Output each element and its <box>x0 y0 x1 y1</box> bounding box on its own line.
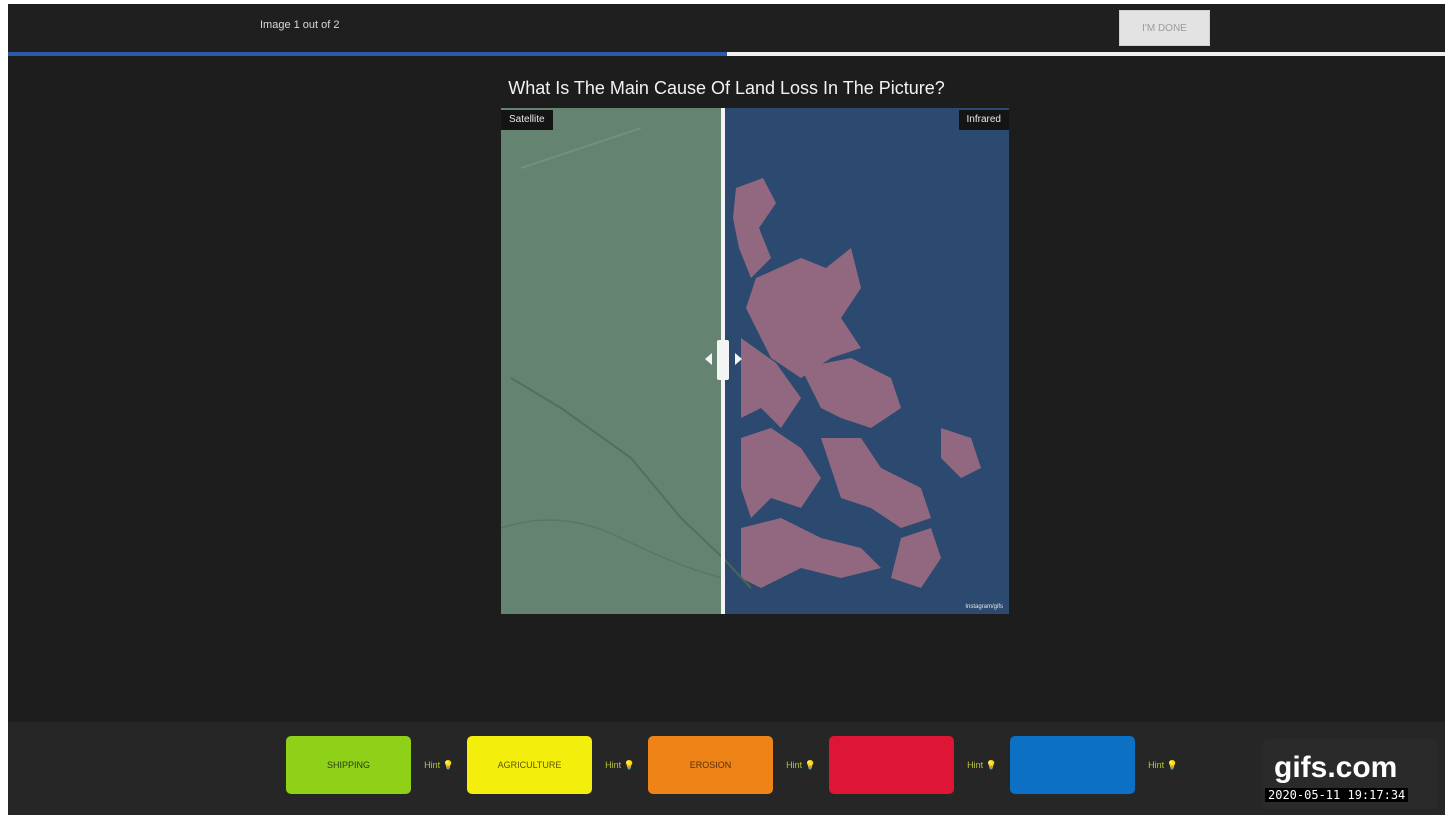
infrared-label: Infrared <box>958 110 1009 130</box>
hint-erosion[interactable]: Hint 💡 <box>773 760 829 771</box>
answer-red-button[interactable] <box>829 736 954 794</box>
answer-agriculture-button[interactable]: AGRICULTURE <box>467 736 592 794</box>
image-compare-viewer[interactable]: Satellite Infrared Instagram/gifs <box>501 108 1009 614</box>
answer-options: SHIPPING Hint 💡 AGRICULTURE Hint 💡 EROSI… <box>286 736 1191 794</box>
satellite-label: Satellite <box>501 110 553 130</box>
comparison-image <box>501 108 1009 614</box>
hint-agriculture[interactable]: Hint 💡 <box>592 760 648 771</box>
hint-label: Hint <box>967 759 984 770</box>
hint-red[interactable]: Hint 💡 <box>954 760 1010 771</box>
arrow-left-icon <box>705 353 712 365</box>
lightbulb-icon: 💡 <box>442 759 454 770</box>
answer-erosion-button[interactable]: EROSION <box>648 736 773 794</box>
question-title: What Is The Main Cause Of Land Loss In T… <box>508 78 945 98</box>
hint-label: Hint <box>605 759 622 770</box>
lightbulb-icon: 💡 <box>623 759 635 770</box>
top-bar: Image 1 out of 2 I'M DONE <box>8 4 1445 52</box>
hint-label: Hint <box>786 759 803 770</box>
answer-shipping-button[interactable]: SHIPPING <box>286 736 411 794</box>
lightbulb-icon: 💡 <box>804 759 816 770</box>
slider-handle[interactable] <box>717 340 729 380</box>
image-counter: Image 1 out of 2 <box>260 19 340 31</box>
arrow-right-icon <box>735 353 742 365</box>
done-button[interactable]: I'M DONE <box>1119 10 1210 46</box>
hint-shipping[interactable]: Hint 💡 <box>411 760 467 771</box>
gifs-timestamp: 2020-05-11 19:17:34 <box>1265 788 1409 802</box>
progress-bar <box>8 52 1445 56</box>
lightbulb-icon: 💡 <box>1166 759 1178 770</box>
lightbulb-icon: 💡 <box>985 759 997 770</box>
gifs-logo: gifs.com <box>1274 751 1398 784</box>
app-frame: Image 1 out of 2 I'M DONE What Is The Ma… <box>8 4 1445 815</box>
hint-blue[interactable]: Hint 💡 <box>1135 760 1191 771</box>
progress-fill <box>8 52 727 56</box>
answer-blue-button[interactable] <box>1010 736 1135 794</box>
gifs-badge: gifs.com 2020-05-11 19:17:34 <box>1262 739 1438 809</box>
hint-label: Hint <box>424 759 441 770</box>
hint-label: Hint <box>1148 759 1165 770</box>
answer-bar: SHIPPING Hint 💡 AGRICULTURE Hint 💡 EROSI… <box>8 722 1445 815</box>
watermark: Instagram/gifs <box>965 604 1003 610</box>
